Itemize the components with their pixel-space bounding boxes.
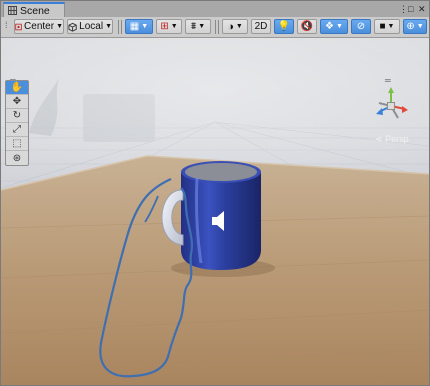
camera-icon: ■ — [379, 21, 386, 32]
chevron-down-icon: ▼ — [416, 23, 424, 30]
chevron-down-icon: ▼ — [387, 23, 395, 30]
grid-snap-icon: ▦ — [129, 21, 140, 32]
projection-label-text: Persp — [385, 134, 409, 144]
scale-tool-icon[interactable]: ⤢ — [6, 123, 28, 137]
close-icon[interactable]: ✕ — [418, 4, 426, 15]
tab-strip: Scene ⋮ □ ✕ — [1, 1, 429, 18]
orientation-gizmo[interactable] — [371, 86, 411, 126]
chevron-down-icon: ▼ — [170, 23, 178, 30]
pivot-icon — [15, 23, 22, 30]
chevron-down-icon: ▼ — [105, 23, 112, 30]
scene-viewport[interactable]: ═ ✋ ✥ ↻ ⤢ ⬚ ⊛ ═ ⋖ Persp — [1, 38, 429, 385]
audio-icon: 🔇 — [300, 21, 314, 32]
chevron-down-icon: ▼ — [336, 23, 343, 30]
scene-visibility-toggle[interactable]: ⊘ — [351, 19, 371, 34]
tab-scene-label: Scene — [20, 4, 50, 17]
hand-tool-icon[interactable]: ✋ — [6, 81, 28, 95]
snap-settings-icon: ⩩ — [190, 21, 197, 32]
toolbar-separator — [121, 20, 122, 34]
move-tool-icon[interactable]: ✥ — [6, 95, 28, 109]
gizmos-icon: ⊕ — [406, 21, 415, 32]
toolbar-drag-handle-icon[interactable]: ⁞ — [5, 20, 8, 30]
gizmo-drag-handle-icon[interactable]: ═ — [385, 76, 391, 85]
scene-window: Scene ⋮ □ ✕ ⁞ Center ▼ Local ▼ ▦ ▼ ⊞ ▼ ⩩… — [0, 0, 430, 386]
tools-overlay: ✋ ✥ ↻ ⤢ ⬚ ⊛ — [5, 80, 29, 166]
increment-snap-icon: ⊞ — [160, 21, 169, 32]
rotate-tool-icon[interactable]: ↻ — [6, 109, 28, 123]
shading-mode-icon: ◑ — [227, 20, 234, 33]
pivot-rotation-dropdown[interactable]: Local ▼ — [67, 19, 113, 34]
scene-render — [1, 38, 429, 385]
increment-snap-button[interactable]: ⊞ ▼ — [156, 19, 182, 34]
effects-dropdown[interactable]: ❖ ▼ — [320, 19, 348, 34]
lighting-icon: 💡 — [277, 21, 291, 32]
kebab-menu-icon[interactable]: ⋮ — [399, 4, 408, 15]
local-cube-icon — [68, 22, 77, 32]
toolbar-separator — [218, 20, 219, 34]
scene-toolbar: ⁞ Center ▼ Local ▼ ▦ ▼ ⊞ ▼ ⩩ ▼ ◑ ▼ 2D 💡 … — [1, 17, 429, 38]
toolbar-separator — [118, 20, 119, 34]
maximize-icon[interactable]: □ — [408, 4, 413, 14]
audio-toggle[interactable]: 🔇 — [297, 19, 317, 34]
camera-settings-dropdown[interactable]: ■ ▼ — [374, 19, 400, 34]
toggle-2d-button[interactable]: 2D — [251, 19, 271, 34]
snap-settings-button[interactable]: ⩩ ▼ — [185, 19, 211, 34]
scene-visibility-icon: ⊘ — [356, 21, 366, 32]
pivot-rotation-label: Local — [79, 21, 104, 32]
pivot-mode-label: Center — [24, 21, 55, 32]
transform-tool-icon[interactable]: ⊛ — [6, 151, 28, 165]
toggle-2d-label: 2D — [254, 21, 268, 32]
lighting-toggle[interactable]: 💡 — [274, 19, 294, 34]
gizmos-dropdown[interactable]: ⊕ ▼ — [403, 19, 427, 34]
rect-tool-icon[interactable]: ⬚ — [6, 137, 28, 151]
chevron-down-icon: ▼ — [141, 23, 149, 30]
scene-grid-icon — [8, 6, 17, 15]
toolbar-separator — [215, 20, 216, 34]
grid-snap-button[interactable]: ▦ ▼ — [125, 19, 153, 34]
projection-label[interactable]: ⋖ Persp — [375, 134, 409, 145]
pivot-mode-dropdown[interactable]: Center ▼ — [14, 19, 64, 34]
tab-scene[interactable]: Scene — [3, 2, 65, 17]
perspective-icon: ⋖ — [375, 134, 383, 144]
chevron-down-icon: ▼ — [198, 23, 206, 30]
chevron-down-icon: ▼ — [56, 23, 63, 30]
chevron-down-icon: ▼ — [235, 23, 243, 30]
shading-mode-dropdown[interactable]: ◑ ▼ — [222, 19, 248, 34]
effects-icon: ❖ — [325, 21, 335, 32]
